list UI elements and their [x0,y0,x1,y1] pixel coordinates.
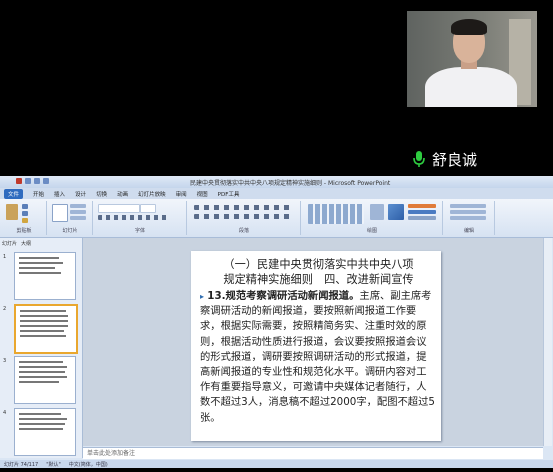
group-editing: 编辑 [444,201,495,235]
group-font: 字体 [94,201,187,235]
thumb-number: 4 [3,410,7,416]
speaker-label: 舒良诚 [412,148,477,170]
redo-icon[interactable] [43,178,49,184]
thumb-number: 2 [3,306,7,312]
reset-icon[interactable] [70,210,86,214]
presenter-hair [451,19,487,35]
thumb-number: 1 [3,254,7,260]
tab-home[interactable]: 开始 [33,190,44,198]
title-bar: 民建中央贯彻落实中共中央八项规定精神实施细则 - Microsoft Power… [0,176,553,188]
format-painter-icon[interactable] [22,218,28,223]
theme-name: "默认" [46,461,61,468]
slide-title-line: 规定精神实施细则 四、改进新闻宣传 [223,273,414,286]
group-label: 编辑 [463,228,474,234]
tab-animations[interactable]: 动画 [117,190,128,198]
slide-title[interactable]: （一）民建中央贯彻落实中共中央八项 规定精神实施细则 四、改进新闻宣传 [201,257,436,287]
find-icon[interactable] [450,204,486,208]
quick-styles-icon[interactable] [388,204,404,220]
group-clipboard: 剪贴板 [2,201,47,235]
tab-outline[interactable]: 大纲 [21,240,31,247]
notes-pane[interactable]: 单击此处添加备注 [83,447,543,459]
tab-design[interactable]: 设计 [75,190,86,198]
tab-pdf[interactable]: PDF工具 [218,190,240,198]
alignment-icons[interactable] [194,214,290,219]
shapes-gallery-icon[interactable] [308,204,364,224]
slide-body[interactable]: ▸ 13.规范考察调研活动新闻报道。主席、副主席考察调研活动的新闻报道，要按照新… [200,289,436,426]
shape-effects-icon[interactable] [408,216,436,220]
group-slides: 幻灯片 [48,201,93,235]
undo-icon[interactable] [34,178,40,184]
current-slide[interactable]: （一）民建中央贯彻落实中共中央八项 规定精神实施细则 四、改进新闻宣传 ▸ 13… [191,251,441,441]
tab-file[interactable]: 文件 [4,188,24,199]
item-heading: 13.规范考察调研活动新闻报道。 [207,290,360,302]
group-drawing: 绘图 [302,201,443,235]
status-bar: 幻灯片 74/117 "默认" 中文(简体，中国) [0,460,553,468]
tab-slideshow[interactable]: 幻灯片放映 [138,190,166,198]
select-icon[interactable] [450,216,486,220]
vertical-scrollbar[interactable] [543,238,552,446]
shape-outline-icon[interactable] [408,210,436,214]
group-label: 剪贴板 [16,228,32,234]
slide-thumbnail[interactable] [14,356,76,404]
paragraph-format-icons[interactable] [194,205,290,210]
new-slide-icon[interactable] [52,204,68,222]
item-text: 主席、副主席考察调研活动的新闻报道，要按照新闻报道工作要求，根据实际需要，按照精… [200,290,435,424]
font-size-select[interactable] [140,204,156,213]
speaker-name: 舒良诚 [432,150,478,169]
pane-tabs: 幻灯片 大纲 [2,240,31,247]
arrange-icon[interactable] [370,204,384,220]
app-logo-icon [16,178,22,184]
thumb-number: 3 [3,358,7,364]
save-icon[interactable] [25,178,31,184]
slide-title-line: （一）民建中央贯彻落实中共中央八项 [223,258,414,271]
font-name-select[interactable] [98,204,140,213]
cut-icon[interactable] [22,204,28,209]
group-paragraph: 段落 [188,201,301,235]
layout-icon[interactable] [70,204,86,208]
slides-pane: 幻灯片 大纲 1 2 3 4 [0,238,83,458]
presenter-shirt [425,67,517,107]
language-indicator: 中文(简体，中国) [68,461,108,468]
ribbon-tabs: 文件 开始 插入 设计 切换 动画 幻灯片放映 审阅 视图 PDF工具 [0,188,553,199]
group-label: 字体 [134,228,145,234]
tab-insert[interactable]: 插入 [54,190,65,198]
slide-counter: 幻灯片 74/117 [4,461,39,468]
slide-editor: （一）民建中央贯彻落实中共中央八项 规定精神实施细则 四、改进新闻宣传 ▸ 13… [83,238,543,446]
section-icon[interactable] [70,216,86,220]
slide-thumbnail-selected[interactable] [14,304,78,354]
group-label: 绘图 [366,228,377,234]
microphone-icon [413,151,425,167]
tab-view[interactable]: 视图 [197,190,208,198]
ribbon: 剪贴板 幻灯片 字体 段落 绘图 编辑 [0,199,553,238]
group-label: 段落 [238,228,249,234]
slide-thumbnail[interactable] [14,408,76,456]
slide-thumbnail[interactable] [14,252,76,300]
presenter-video [407,11,537,107]
shape-fill-icon[interactable] [408,204,436,208]
tab-slides[interactable]: 幻灯片 [2,240,17,247]
replace-icon[interactable] [450,210,486,214]
copy-icon[interactable] [22,211,28,216]
tab-transitions[interactable]: 切换 [96,190,107,198]
group-label: 幻灯片 [62,228,78,234]
shared-screen-window: 民建中央贯彻落实中共中央八项规定精神实施细则 - Microsoft Power… [0,176,553,468]
font-format-icons[interactable] [98,215,168,220]
paste-icon[interactable] [6,204,18,220]
window-title: 民建中央贯彻落实中共中央八项规定精神实施细则 - Microsoft Power… [190,180,391,187]
tab-review[interactable]: 审阅 [176,190,187,198]
bullet-icon: ▸ [200,292,205,301]
quick-access-toolbar [16,178,49,184]
